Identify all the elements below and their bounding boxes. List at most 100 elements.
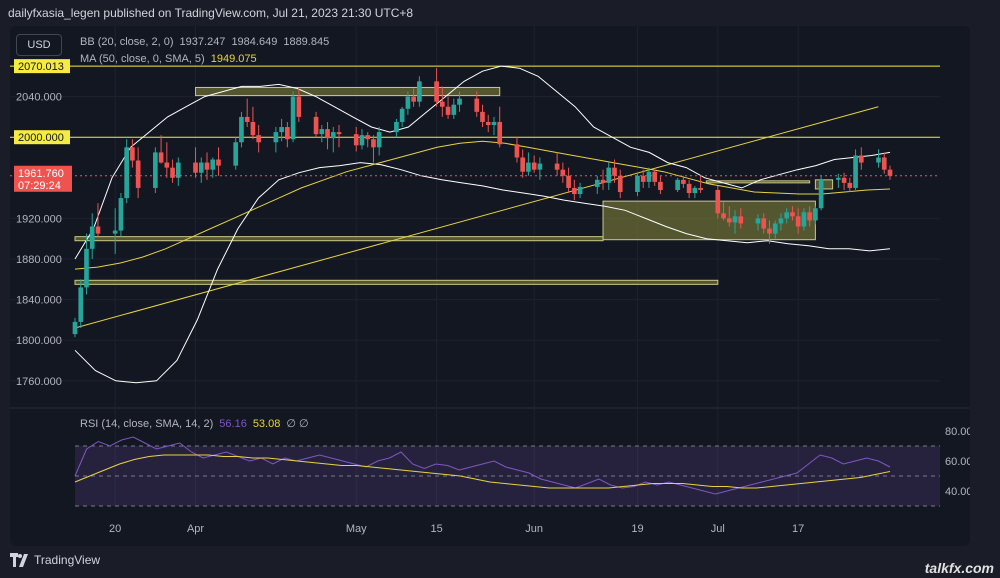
support-resistance-zone[interactable] (602, 200, 816, 241)
candle-body[interactable] (210, 159, 216, 170)
candle-body[interactable] (761, 218, 767, 229)
candle-body[interactable] (887, 169, 893, 176)
candle-body[interactable] (296, 96, 302, 117)
candle-body[interactable] (560, 169, 566, 176)
candle-body[interactable] (491, 121, 497, 126)
candle-body[interactable] (89, 226, 95, 249)
candle-body[interactable] (526, 162, 531, 172)
candle-body[interactable] (686, 183, 692, 194)
candle-body[interactable] (434, 81, 439, 102)
candle-body[interactable] (790, 212, 795, 217)
candle-body[interactable] (216, 159, 221, 166)
candle-body[interactable] (721, 213, 726, 219)
candle-body[interactable] (876, 157, 881, 163)
candle-body[interactable] (164, 162, 170, 168)
candle-body[interactable] (365, 135, 371, 140)
candle-body[interactable] (640, 175, 646, 182)
chart-canvas[interactable]: 1760.000 1800.000 1840.000 1880.000 1920.000… (10, 26, 970, 546)
candle-body[interactable] (847, 182, 853, 188)
rsi-legend[interactable]: RSI (14, close, SMA, 14, 2) 56.16 53.08 ∅ ∅ (80, 417, 309, 430)
candle-body[interactable] (617, 175, 623, 192)
candle-body[interactable] (612, 167, 617, 176)
candle-body[interactable] (399, 108, 405, 122)
candle-body[interactable] (376, 132, 382, 148)
candle-body[interactable] (778, 218, 784, 224)
candle-body[interactable] (853, 155, 858, 188)
candle-body[interactable] (606, 167, 612, 183)
candle-body[interactable] (405, 96, 411, 109)
candle-body[interactable] (675, 179, 680, 190)
candle-body[interactable] (818, 179, 824, 209)
currency-selector[interactable]: USD (16, 34, 62, 56)
candle-body[interactable] (480, 111, 485, 122)
candle-body[interactable] (451, 104, 457, 115)
candle-body[interactable] (658, 181, 663, 190)
candle-body[interactable] (474, 98, 480, 112)
candle-body[interactable] (646, 171, 652, 182)
candle-body[interactable] (635, 175, 640, 192)
candle-body[interactable] (193, 162, 198, 173)
candle-body[interactable] (485, 121, 491, 126)
candle-body[interactable] (652, 171, 658, 182)
candle-body[interactable] (118, 198, 124, 231)
chart-panel[interactable]: 1760.000 1800.000 1840.000 1880.000 1920.000… (10, 26, 970, 546)
candle-body[interactable] (600, 179, 606, 183)
candle-body[interactable] (531, 162, 537, 170)
ma-legend[interactable]: MA (50, close, 0, SMA, 5) 1949.075 (80, 53, 257, 65)
support-resistance-zone[interactable] (195, 86, 501, 97)
candle-body[interactable] (577, 186, 583, 195)
candle-body[interactable] (594, 179, 600, 187)
candle-body[interactable] (204, 162, 210, 170)
candle-body[interactable] (313, 116, 319, 135)
candle-body[interactable] (715, 189, 721, 214)
support-resistance-zone[interactable] (74, 279, 719, 285)
candle-body[interactable] (497, 121, 503, 145)
candle-body[interactable] (279, 127, 284, 133)
candle-body[interactable] (738, 216, 744, 224)
candle-body[interactable] (130, 147, 135, 161)
bb-legend[interactable]: BB (20, close, 2, 0) 1937.247 1984.649 1889… (80, 36, 329, 48)
candle-body[interactable] (72, 321, 78, 335)
candle-body[interactable] (537, 163, 543, 170)
candle-body[interactable] (273, 132, 279, 143)
candle-body[interactable] (858, 155, 864, 163)
candle-body[interactable] (112, 230, 118, 234)
candle-body[interactable] (84, 248, 89, 288)
candle-body[interactable] (198, 162, 204, 173)
candle-body[interactable] (233, 142, 239, 166)
candle-body[interactable] (290, 96, 296, 140)
candle-body[interactable] (353, 134, 359, 146)
candle-body[interactable] (520, 157, 526, 172)
candle-body[interactable] (78, 287, 84, 322)
candle-body[interactable] (250, 121, 256, 136)
candle-body[interactable] (244, 116, 250, 122)
candle-body[interactable] (841, 177, 847, 183)
candle-body[interactable] (772, 223, 778, 234)
candle-body[interactable] (566, 175, 571, 188)
candle-body[interactable] (325, 129, 330, 139)
footer-brand[interactable]: TradingView (10, 553, 100, 567)
candle-body[interactable] (784, 212, 790, 219)
candle-body[interactable] (807, 212, 812, 221)
candle-body[interactable] (732, 216, 738, 223)
candle-body[interactable] (755, 218, 761, 224)
candle-body[interactable] (514, 144, 520, 158)
candle-body[interactable] (394, 121, 399, 133)
candle-body[interactable] (572, 187, 577, 195)
candle-body[interactable] (801, 212, 807, 227)
candle-body[interactable] (411, 96, 416, 102)
support-resistance-zone[interactable] (74, 236, 604, 242)
candle-body[interactable] (554, 163, 560, 170)
candle-body[interactable] (813, 208, 818, 221)
candle-body[interactable] (256, 135, 261, 143)
candle-body[interactable] (417, 81, 422, 102)
candle-body[interactable] (135, 160, 141, 188)
candle-body[interactable] (330, 132, 336, 139)
candle-body[interactable] (336, 132, 342, 135)
candle-body[interactable] (158, 152, 164, 163)
support-resistance-zone[interactable] (814, 179, 834, 190)
candle-body[interactable] (681, 179, 686, 184)
candle-body[interactable] (726, 218, 732, 223)
candle-body[interactable] (285, 127, 290, 140)
candle-body[interactable] (881, 157, 887, 170)
